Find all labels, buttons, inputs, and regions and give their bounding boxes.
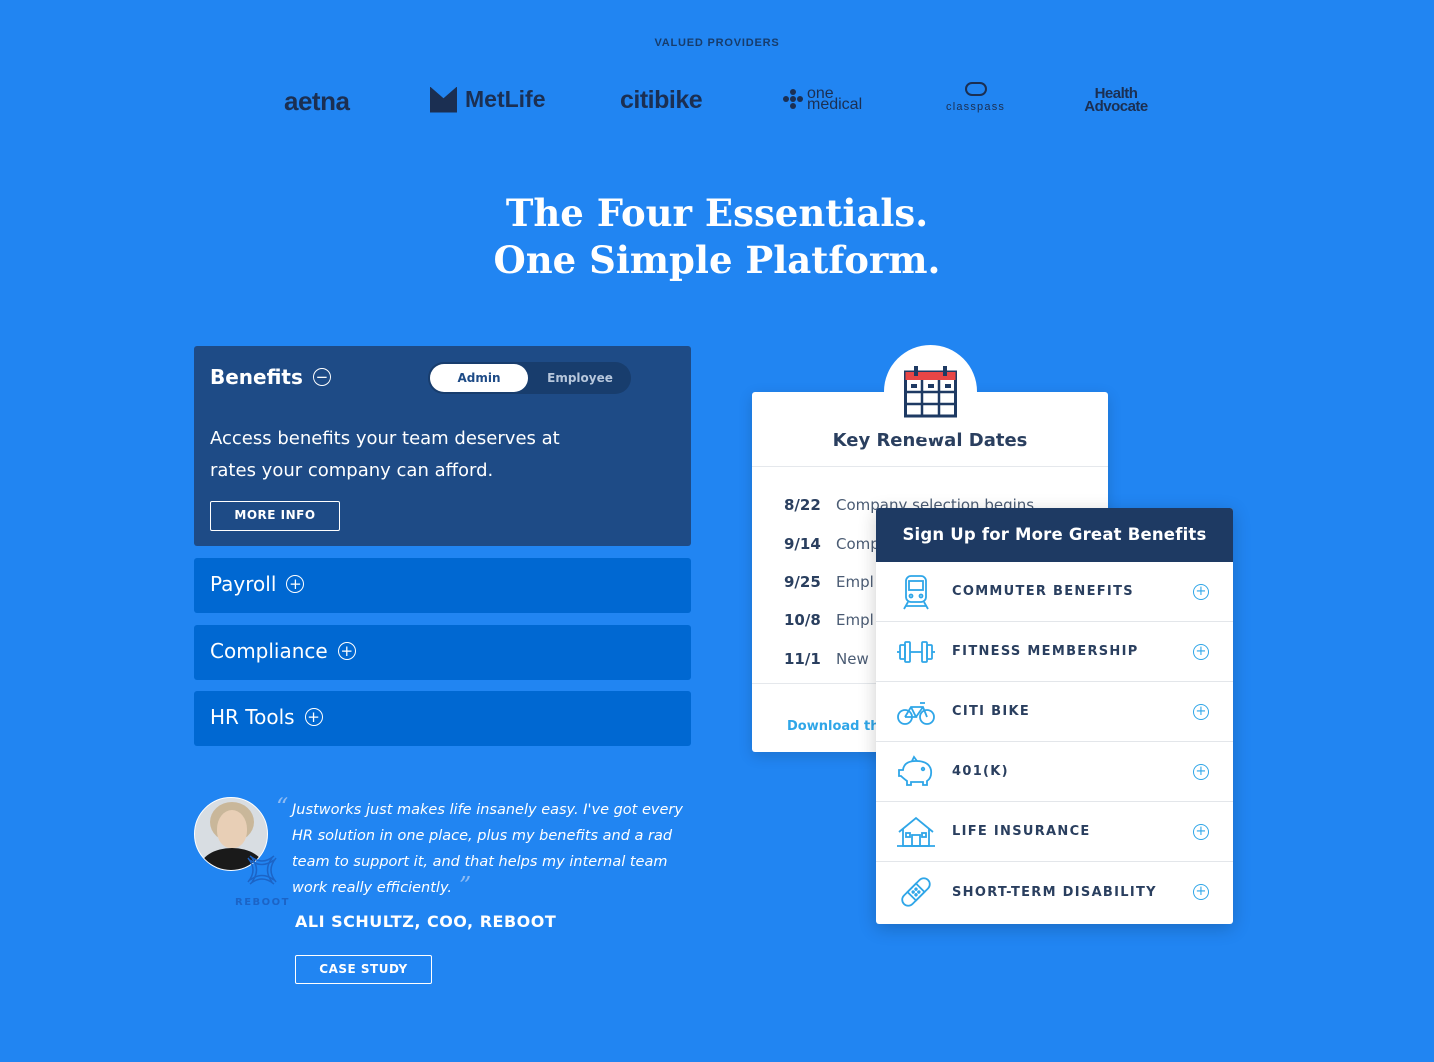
add-icon[interactable]: +	[1193, 643, 1209, 660]
house-icon	[897, 816, 935, 847]
dumbbell-icon	[897, 640, 935, 663]
accordion-compliance-title: Compliance	[210, 639, 328, 663]
renewal-date-row: 11/1 New	[784, 650, 869, 668]
more-info-button[interactable]: MORE INFO	[210, 501, 340, 531]
benefit-row-disability[interactable]: SHORT-TERM DISABILITY +	[876, 862, 1233, 922]
classpass-logo-text: classpass	[946, 101, 1006, 113]
accordion-payroll[interactable]: Payroll +	[194, 558, 691, 613]
renewal-date: 9/14	[784, 535, 821, 553]
benefit-row-fitness[interactable]: FITNESS MEMBERSHIP +	[876, 622, 1233, 682]
role-toggle[interactable]: Admin Employee	[428, 362, 631, 394]
bandage-icon	[901, 877, 931, 907]
train-icon	[903, 574, 929, 609]
toggle-admin[interactable]: Admin	[430, 364, 528, 392]
accordion-payroll-header[interactable]: Payroll +	[210, 572, 305, 596]
add-icon[interactable]: +	[1193, 583, 1209, 600]
accordion-hr-tools-title: HR Tools	[210, 705, 295, 729]
close-quote-icon: ”	[459, 872, 472, 900]
benefit-label: CITI BIKE	[952, 704, 1031, 719]
signup-title: Sign Up for More Great Benefits	[876, 508, 1233, 562]
one-medical-logo: one medical	[783, 85, 877, 113]
open-quote-icon: “	[276, 793, 289, 821]
accordion-benefits-header[interactable]: Benefits −	[210, 365, 331, 389]
renewal-date: 10/8	[784, 611, 821, 629]
metlife-m-icon	[430, 86, 457, 113]
classpass-logo: classpass	[946, 82, 1005, 113]
benefit-label: 401(K)	[952, 764, 1009, 779]
reboot-logo-text: REBOOT	[235, 897, 290, 908]
accordion-compliance-header[interactable]: Compliance +	[210, 639, 356, 663]
benefit-row-life-insurance[interactable]: LIFE INSURANCE +	[876, 802, 1233, 862]
renewal-date: 8/22	[784, 496, 821, 514]
benefit-row-401k[interactable]: 401(K) +	[876, 742, 1233, 802]
testimonial-quote: Justworks just makes life insanely easy.…	[292, 802, 683, 896]
add-icon[interactable]: +	[1193, 763, 1209, 780]
citibike-logo: citibike	[620, 86, 703, 114]
accordion-compliance[interactable]: Compliance +	[194, 625, 691, 680]
testimonial-author: ALI SCHULTZ, COO, REBOOT	[295, 912, 557, 931]
page-headline: The Four Essentials. One Simple Platform…	[0, 190, 1434, 284]
metlife-logo-text: MetLife	[465, 86, 546, 112]
accordion-payroll-title: Payroll	[210, 572, 277, 596]
benefit-label: LIFE INSURANCE	[952, 824, 1091, 839]
benefit-row-commuter[interactable]: COMMUTER BENEFITS +	[876, 562, 1233, 622]
piggy-bank-icon	[898, 754, 933, 786]
renewal-date-row: 10/8 Empl	[784, 611, 874, 629]
benefit-label: SHORT-TERM DISABILITY	[952, 884, 1157, 900]
download-link[interactable]: Download th	[787, 719, 879, 734]
renewal-date-text: Empl	[836, 573, 874, 591]
health-advocate-logo: Health Advocate	[1084, 85, 1148, 115]
metlife-logo: MetLife	[430, 86, 546, 113]
collapse-icon[interactable]: −	[312, 368, 331, 386]
aetna-logo: aetna	[284, 86, 350, 116]
accordion-benefits-title: Benefits	[210, 365, 303, 389]
renewal-date: 11/1	[784, 650, 821, 668]
one-medical-dots-icon	[783, 89, 803, 109]
benefit-row-citibike[interactable]: CITI BIKE +	[876, 682, 1233, 742]
expand-icon[interactable]: +	[304, 708, 323, 726]
benefit-label: COMMUTER BENEFITS	[952, 584, 1134, 599]
add-icon[interactable]: +	[1193, 884, 1209, 900]
reboot-logo-icon	[247, 855, 277, 885]
one-medical-logo-text: one medical	[807, 85, 863, 113]
expand-icon[interactable]: +	[286, 575, 305, 593]
calendar-icon	[904, 366, 957, 418]
renewal-date-row: 9/14 Comp	[784, 535, 880, 553]
renewal-date: 9/25	[784, 573, 821, 591]
benefits-description: Access benefits your team deserves at ra…	[210, 428, 560, 481]
classpass-ring-icon	[964, 82, 987, 96]
add-icon[interactable]: +	[1193, 703, 1209, 720]
signup-benefits-card: Sign Up for More Great Benefits COMMUTER…	[876, 508, 1233, 924]
expand-icon[interactable]: +	[337, 642, 356, 660]
renewal-date-text: Empl	[836, 611, 874, 629]
benefit-label: FITNESS MEMBERSHIP	[952, 644, 1139, 659]
renewal-date-text: New	[836, 650, 869, 668]
headline-line-1: The Four Essentials.	[505, 191, 929, 235]
headline-line-2: One Simple Platform.	[493, 238, 941, 282]
accordion-benefits: Benefits − Admin Employee Access benefit…	[194, 346, 691, 546]
bike-icon	[897, 701, 935, 725]
case-study-button[interactable]: CASE STUDY	[295, 955, 432, 984]
providers-label: VALUED PROVIDERS	[654, 37, 780, 49]
accordion-hr-tools[interactable]: HR Tools +	[194, 691, 691, 746]
add-icon[interactable]: +	[1193, 823, 1209, 840]
accordion-hr-tools-header[interactable]: HR Tools +	[210, 705, 323, 729]
renewal-date-row: 9/25 Empl	[784, 573, 874, 591]
renewal-date-text: Comp	[836, 535, 880, 553]
toggle-employee[interactable]: Employee	[531, 364, 629, 392]
